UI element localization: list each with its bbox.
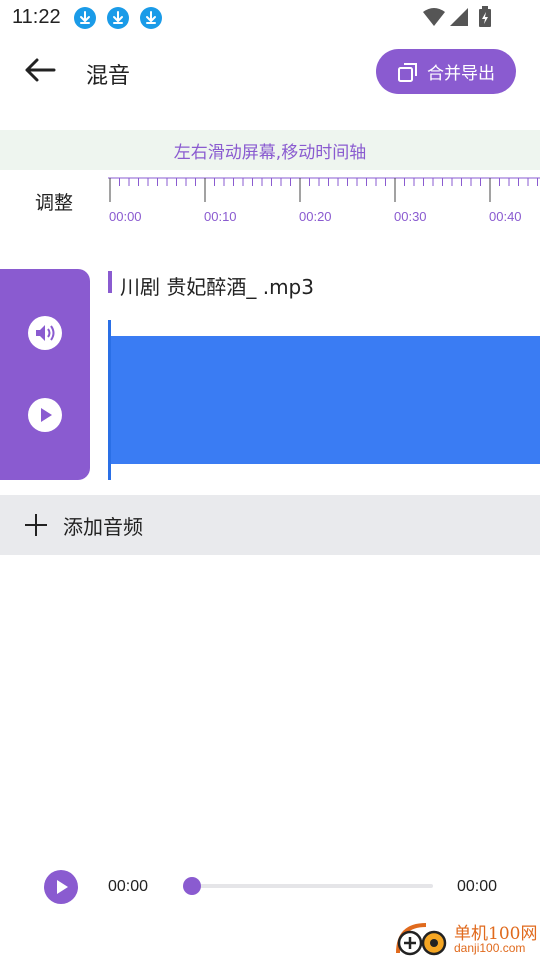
page-title: 混音 xyxy=(86,64,131,89)
add-audio-label: 添加音频 xyxy=(63,514,143,539)
app-header: 混音 合并导出 xyxy=(0,36,540,112)
merge-export-button[interactable]: 合并导出 xyxy=(376,49,516,94)
track-play-icon[interactable] xyxy=(28,398,62,432)
ruler-tick-label: 00:40 xyxy=(489,209,522,224)
ruler-tick-label: 00:30 xyxy=(394,209,427,224)
current-time: 00:00 xyxy=(108,878,149,895)
download-icon xyxy=(107,7,129,29)
plus-icon xyxy=(25,514,47,536)
adjust-label: 调整 xyxy=(35,192,74,214)
ruler-tick-label: 00:20 xyxy=(299,209,332,224)
watermark: 单机100网 danji100.com xyxy=(392,915,540,960)
track-waveform[interactable] xyxy=(111,336,540,464)
danji100-logo xyxy=(392,919,452,959)
track-marker xyxy=(108,271,112,293)
timeline-ruler[interactable]: 00:00 00:10 00:20 00:30 00:40 xyxy=(108,176,540,232)
total-time: 00:00 xyxy=(457,878,498,895)
timeline-hint: 左右滑动屏幕,移动时间轴 xyxy=(0,130,540,170)
wifi-icon xyxy=(423,8,445,26)
seek-thumb[interactable] xyxy=(183,877,201,895)
status-bar: 11:22 xyxy=(0,0,540,36)
volume-icon[interactable] xyxy=(28,316,62,350)
back-arrow-icon[interactable] xyxy=(22,56,58,84)
download-icon xyxy=(74,7,96,29)
ruler-tick-label: 00:00 xyxy=(109,209,142,224)
battery-charging-icon xyxy=(479,6,491,27)
play-icon xyxy=(57,880,68,894)
signal-icon xyxy=(450,8,468,26)
merge-export-label: 合并导出 xyxy=(427,64,495,84)
track-control-panel xyxy=(0,269,90,480)
status-icons xyxy=(422,6,504,28)
watermark-url: danji100.com xyxy=(454,941,526,955)
ruler-tick-label: 00:10 xyxy=(204,209,237,224)
add-audio-button[interactable]: 添加音频 xyxy=(0,495,540,555)
play-button[interactable] xyxy=(44,870,78,904)
status-time: 11:22 xyxy=(12,6,61,28)
track-name: 川剧 贵妃醉酒_ .mp3 xyxy=(120,275,314,299)
seek-bar[interactable] xyxy=(191,884,433,888)
download-icon xyxy=(140,7,162,29)
merge-copy-icon xyxy=(397,61,419,83)
